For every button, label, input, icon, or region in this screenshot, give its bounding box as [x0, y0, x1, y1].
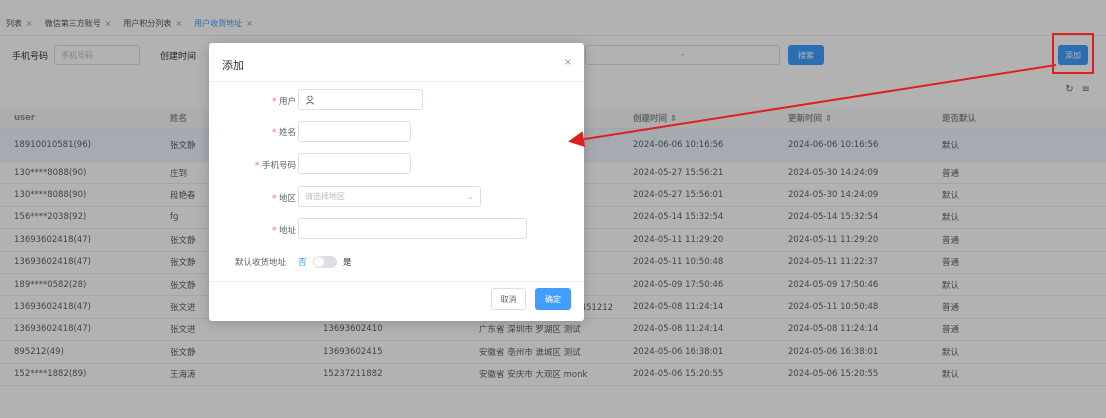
- toggle-on-label: 是: [343, 258, 352, 268]
- close-icon[interactable]: ×: [564, 57, 572, 68]
- region-placeholder: 请选择地区: [305, 192, 345, 201]
- default-address-row: 默认收货地址 否 是: [209, 253, 584, 271]
- dialog-footer-divider: [209, 281, 584, 282]
- phone-input[interactable]: [298, 153, 411, 174]
- phone-field-label: * 手机号码: [255, 161, 296, 171]
- name-field-label: * 姓名: [272, 128, 296, 138]
- user-icon: [305, 95, 315, 105]
- default-address-label: 默认收货地址: [235, 258, 287, 268]
- toggle-knob: [314, 257, 324, 267]
- name-input[interactable]: [298, 121, 411, 142]
- region-select[interactable]: 请选择地区 ⌄: [298, 186, 481, 207]
- add-address-dialog: 添加 × * 用户 * 姓名 * 手机号码 * 地区 请选择地区 ⌄ * 地址 …: [209, 43, 584, 321]
- confirm-button[interactable]: 确定: [535, 288, 571, 310]
- chevron-down-icon: ⌄: [467, 192, 474, 201]
- user-field-label: * 用户: [272, 97, 296, 107]
- cancel-button[interactable]: 取消: [491, 288, 526, 310]
- annotation-highlight-box: [1052, 33, 1094, 74]
- user-select-field[interactable]: [298, 89, 423, 110]
- address-field-label: * 地址: [272, 226, 296, 236]
- region-field-label: * 地区: [272, 194, 296, 204]
- address-input[interactable]: [298, 218, 527, 239]
- dialog-title: 添加: [222, 59, 244, 72]
- toggle-off-label: 否: [298, 258, 307, 268]
- dialog-divider: [209, 81, 584, 82]
- default-address-toggle[interactable]: [313, 256, 337, 268]
